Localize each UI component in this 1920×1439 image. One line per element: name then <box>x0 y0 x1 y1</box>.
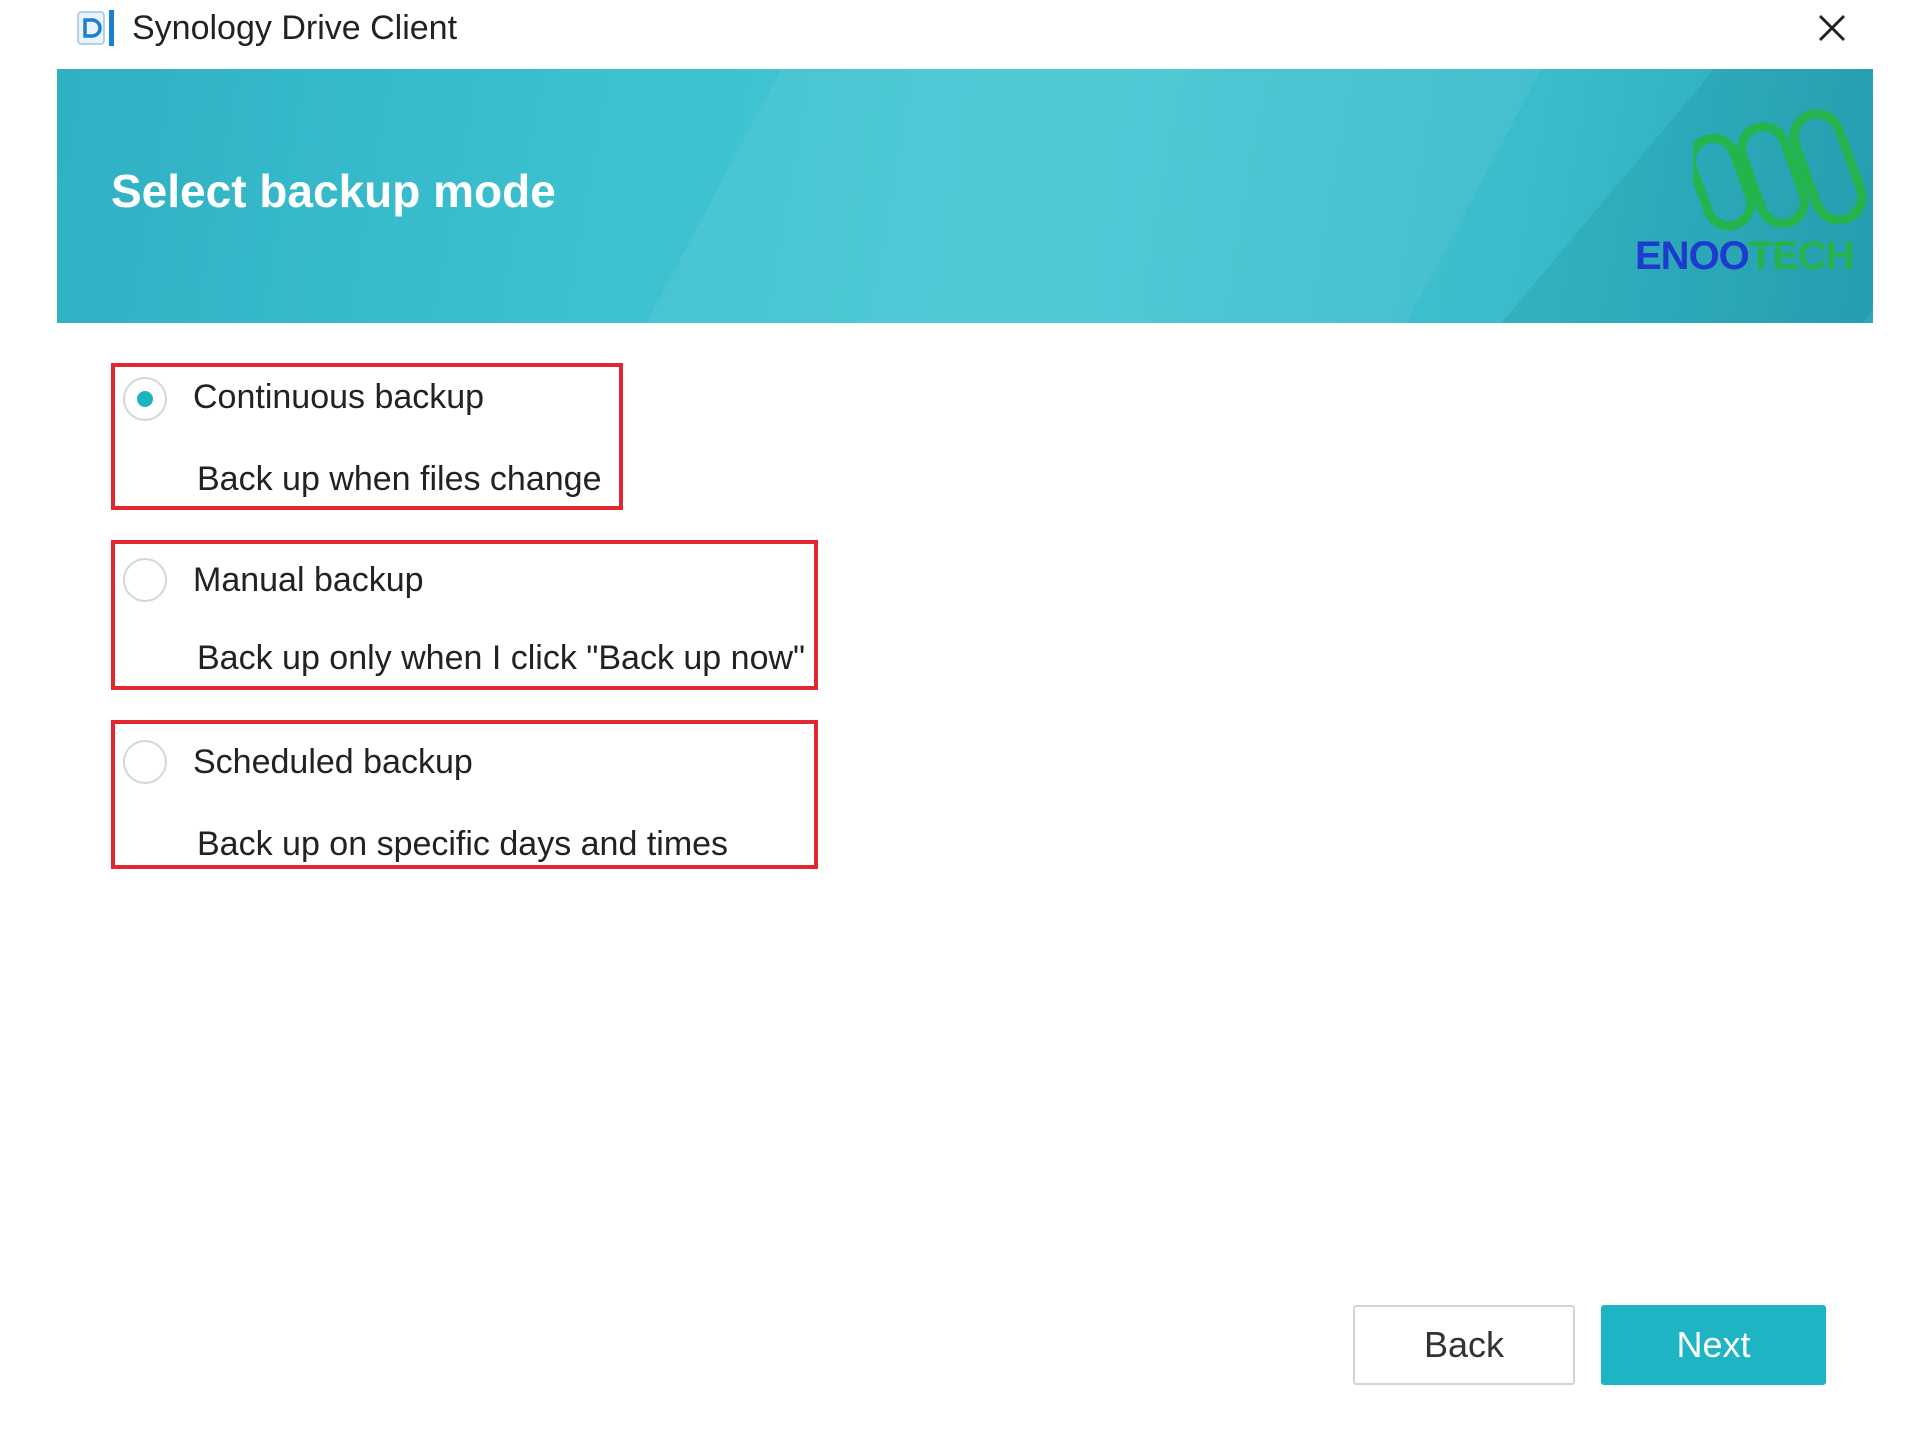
option-scheduled-backup[interactable]: Scheduled backup Back up on specific day… <box>111 720 818 869</box>
back-button[interactable]: Back <box>1353 1305 1575 1385</box>
option-continuous-backup[interactable]: Continuous backup Back up when files cha… <box>111 363 623 510</box>
option-label: Scheduled backup <box>193 743 473 781</box>
next-button[interactable]: Next <box>1601 1305 1826 1385</box>
logo-mark-icon <box>1693 109 1867 231</box>
logo-text-part2: TECH <box>1748 234 1855 278</box>
banner-decoration <box>611 69 1563 323</box>
radio-selected-dot <box>137 391 153 407</box>
enootech-logo: ENOOTECH <box>1635 107 1867 307</box>
option-description: Back up on specific days and times <box>197 825 729 863</box>
title-bar: Synology Drive Client <box>0 0 1920 66</box>
backup-mode-dialog: Synology Drive Client Select backup mode… <box>0 0 1920 1439</box>
option-description: Back up when files change <box>197 460 602 498</box>
logo-text: ENOOTECH <box>1635 232 1855 280</box>
option-label: Continuous backup <box>193 378 485 416</box>
option-label: Manual backup <box>193 561 424 599</box>
header-banner: Select backup mode ENOOTECH <box>57 69 1873 323</box>
logo-text-part1: ENOO <box>1635 234 1750 278</box>
page-title: Select backup mode <box>111 165 556 217</box>
option-description: Back up only when I click "Back up now" <box>197 639 806 677</box>
synology-drive-icon <box>77 10 114 46</box>
close-icon[interactable] <box>1810 6 1854 50</box>
radio-scheduled[interactable] <box>123 740 167 784</box>
radio-continuous-selected[interactable] <box>123 377 167 421</box>
radio-manual[interactable] <box>123 558 167 602</box>
option-manual-backup[interactable]: Manual backup Back up only when I click … <box>111 540 818 690</box>
window-title: Synology Drive Client <box>132 9 458 47</box>
